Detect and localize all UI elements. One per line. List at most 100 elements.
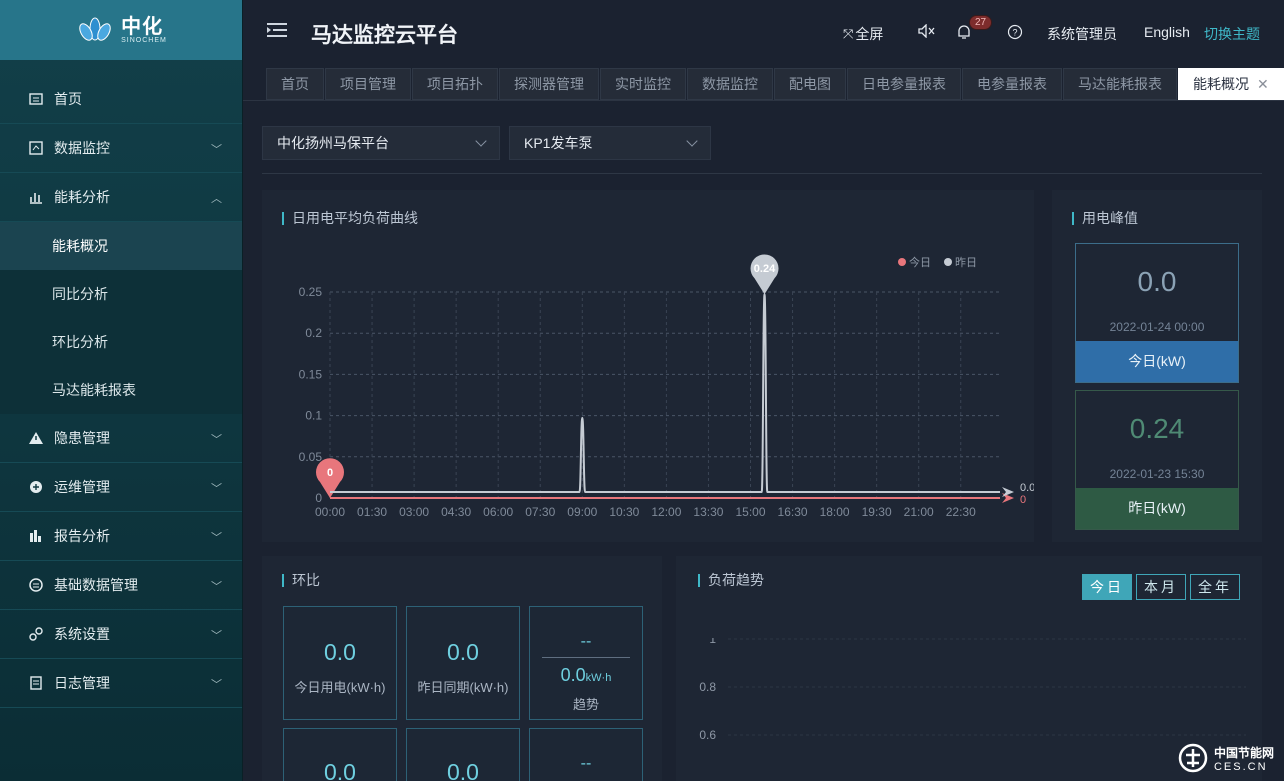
maintenance-icon xyxy=(28,479,44,495)
tab-label: 数据监控 xyxy=(702,76,758,92)
sidebar-item-label: 基础数据管理 xyxy=(54,577,138,593)
chevron-down-icon: ﹀ xyxy=(211,144,222,156)
sidebar-item-0[interactable]: 首页 xyxy=(0,75,242,124)
sidebar-subitem-2[interactable]: 环比分析 xyxy=(0,318,242,366)
sidebar-item-8[interactable]: 日志管理 ﹀ xyxy=(0,659,242,708)
x-tick-label: 18:00 xyxy=(820,505,850,519)
series-line-1 xyxy=(330,293,1000,494)
x-tick-label: 15:00 xyxy=(735,505,765,519)
trend-unit: kW·h xyxy=(585,672,612,684)
language-switch[interactable]: English xyxy=(1144,24,1190,40)
user-menu[interactable]: 系统管理员 xyxy=(1047,24,1117,44)
mute-button[interactable] xyxy=(918,24,936,38)
close-tab-icon[interactable]: ✕ xyxy=(1257,76,1269,93)
sidebar-item-1[interactable]: 数据监控 ﹀ xyxy=(0,124,242,173)
x-tick-label: 06:00 xyxy=(483,505,513,519)
sidebar-subitem-0[interactable]: 能耗概况 xyxy=(0,222,242,270)
help-button[interactable]: ? xyxy=(1007,24,1023,40)
x-tick-label: 21:00 xyxy=(904,505,934,519)
device-select[interactable]: KP1发车泵 xyxy=(509,126,711,160)
logo-subtext: SINOCHEM xyxy=(121,36,167,44)
sidebar: 中化 SINOCHEM 首页数据监控 ﹀ 能耗分析 ︿ 能耗概况 同比分析 环比分析 马达能耗… xyxy=(0,0,243,781)
max-pin-label: 0 xyxy=(327,467,333,479)
sidebar-item-label: 首页 xyxy=(54,91,82,107)
chevron-down-icon xyxy=(686,135,698,147)
tab-3[interactable]: 探测器管理 xyxy=(499,68,599,100)
max-pin-label: 0.24 xyxy=(754,263,776,275)
tab-label: 实时监控 xyxy=(615,76,671,92)
sidebar-item-2[interactable]: 能耗分析 ︿ xyxy=(0,173,242,222)
tab-divider xyxy=(243,100,1284,101)
sidebar-item-label: 能耗分析 xyxy=(54,189,110,205)
logo-text: 中化 xyxy=(121,15,164,38)
tab-5[interactable]: 数据监控 xyxy=(687,68,773,100)
today-button[interactable]: 今日 xyxy=(1082,574,1132,600)
sidebar-item-label: 系统设置 xyxy=(54,626,110,642)
sidebar-item-label: 运维管理 xyxy=(54,479,110,495)
tab-10[interactable]: 能耗概况 ✕ xyxy=(1178,68,1284,100)
tab-6[interactable]: 配电图 xyxy=(774,68,846,100)
tab-9[interactable]: 马达能耗报表 xyxy=(1063,68,1177,100)
log-icon xyxy=(28,675,44,691)
x-tick-label: 22:30 xyxy=(946,505,976,519)
lotus-logo-icon xyxy=(79,17,111,41)
yesterday-same-label: 昨日同期(kW·h) xyxy=(417,680,509,695)
y-tick-label: 0.1 xyxy=(305,409,322,423)
logo[interactable]: 中化 SINOCHEM xyxy=(0,0,242,60)
load-curve-title: 日用电平均负荷曲线 xyxy=(282,211,418,225)
today-usage-value: 0.0 xyxy=(324,639,356,665)
sidebar-menu: 首页数据监控 ﹀ 能耗分析 ︿ 能耗概况 同比分析 环比分析 马达能耗报表隐患管理 ﹀ 运维管理 ﹀… xyxy=(0,75,242,708)
tab-label: 项目管理 xyxy=(340,76,396,92)
sidebar-item-3[interactable]: 隐患管理 ﹀ xyxy=(0,414,242,463)
trend-value: 0.0 xyxy=(560,665,586,685)
tab-2[interactable]: 项目拓扑 xyxy=(412,68,498,100)
chevron-down-icon: ﹀ xyxy=(211,679,222,691)
tab-1[interactable]: 项目管理 xyxy=(325,68,411,100)
trend-y-tick-label: 1 xyxy=(709,638,716,646)
sidebar-item-label: 数据监控 xyxy=(54,140,110,156)
tab-label: 电参量报表 xyxy=(977,76,1047,92)
trend-y-tick-label: 0.6 xyxy=(699,728,716,742)
theme-switch[interactable]: 切换主题 xyxy=(1204,24,1260,44)
sidebar-item-6[interactable]: 基础数据管理 ﹀ xyxy=(0,561,242,610)
fullscreen-icon: ⤧ xyxy=(843,26,854,41)
trend-divider xyxy=(542,657,630,658)
sidebar-item-7[interactable]: 系统设置 ﹀ xyxy=(0,610,242,659)
legend-dot xyxy=(898,258,906,266)
chevron-down-icon: ﹀ xyxy=(211,434,222,446)
chevron-down-icon: ﹀ xyxy=(211,581,222,593)
load-trend-chart: 1 0.8 0.6 xyxy=(699,638,1246,742)
platform-select[interactable]: 中化扬州马保平台 xyxy=(262,126,500,160)
chevron-up-icon: ︿ xyxy=(211,193,222,205)
mute-icon xyxy=(918,24,935,38)
fullscreen-button[interactable]: ⤧ 全屏 xyxy=(843,24,883,44)
sidebar-item-label: 隐患管理 xyxy=(54,430,110,446)
menu-toggle-icon[interactable] xyxy=(267,22,287,38)
trend-label: 趋势 xyxy=(572,697,599,712)
chevron-down-icon: ﹀ xyxy=(211,483,222,495)
sidebar-subitem-3[interactable]: 马达能耗报表 xyxy=(0,366,242,414)
today-usage-label: 今日用电(kW·h) xyxy=(294,680,386,695)
tab-4[interactable]: 实时监控 xyxy=(600,68,686,100)
tab-8[interactable]: 电参量报表 xyxy=(962,68,1062,100)
trend-box: -- 0.0kW·h 趋势 xyxy=(529,606,643,720)
header: 马达监控云平台 ⤧ 全屏 27 ? 系统管理员 English 切换主题 xyxy=(243,0,1284,66)
tab-label: 首页 xyxy=(281,76,309,92)
series-end-label: 0 xyxy=(1020,494,1026,506)
ratio-box-2b: 0.0 xyxy=(406,728,520,781)
sidebar-item-4[interactable]: 运维管理 ﹀ xyxy=(0,463,242,512)
peak-today-card: 0.0 2022-01-24 00:00 今日(kW) xyxy=(1075,243,1239,383)
watermark-cn: 中国节能网 xyxy=(1213,745,1274,760)
year-button[interactable]: 全年 xyxy=(1190,574,1240,600)
chevron-down-icon: ﹀ xyxy=(211,532,222,544)
watermark: 中国节能网 CES.CN xyxy=(1178,743,1274,773)
x-tick-label: 13:30 xyxy=(693,505,723,519)
tab-0[interactable]: 首页 xyxy=(266,68,324,100)
yesterday-same-value: 0.0 xyxy=(447,639,479,665)
sidebar-subitem-1[interactable]: 同比分析 xyxy=(0,270,242,318)
x-tick-label: 07:30 xyxy=(525,505,555,519)
ratio-box-2a: 0.0 xyxy=(283,728,397,781)
month-button[interactable]: 本月 xyxy=(1136,574,1186,600)
sidebar-item-5[interactable]: 报告分析 ﹀ xyxy=(0,512,242,561)
tab-7[interactable]: 日电参量报表 xyxy=(847,68,961,100)
